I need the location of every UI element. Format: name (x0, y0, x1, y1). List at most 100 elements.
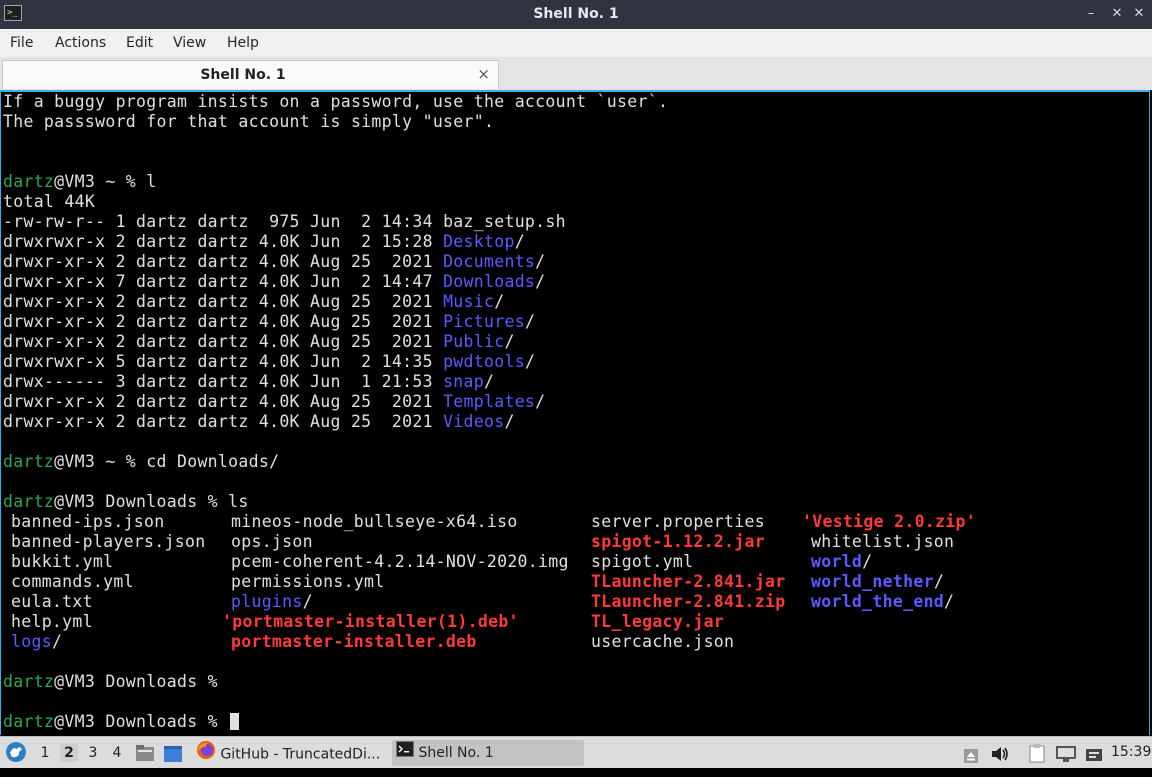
file-name: commands.yml (11, 572, 134, 591)
ls-entry: plugins/ (231, 592, 313, 612)
prompt-line: dartz@VM3 ~ % cd Downloads/ (3, 452, 279, 472)
ls-total: total 44K (3, 192, 96, 211)
workspace-2[interactable]: 2 (60, 744, 78, 762)
menu-actions[interactable]: Actions (55, 29, 106, 57)
file-name: pcem-coherent-4.2.14-NOV-2020.img (231, 552, 569, 571)
prompt-command: @VM3 Downloads % (54, 672, 218, 691)
window-titlebar[interactable]: >_ Shell No. 1 – ✕ ✕ (0, 0, 1152, 29)
ls-entry: spigot-1.12.2.jar (591, 532, 765, 552)
directory-name: Desktop (443, 232, 515, 251)
path-suffix: / (524, 352, 536, 371)
file-name: mineos-node_bullseye-x64.iso (231, 512, 518, 531)
close-icon[interactable]: ✕ (1130, 5, 1148, 23)
workspace-4[interactable]: 4 (108, 744, 126, 762)
path-suffix: / (524, 312, 536, 331)
ls-entry: pcem-coherent-4.2.14-NOV-2020.img (231, 552, 569, 572)
archive-name: 'portmaster-installer(1).deb' (222, 612, 519, 631)
ls-entry: whitelist.json (811, 532, 954, 552)
motd-line: If a buggy program insists on a password… (3, 92, 669, 111)
notification-icon[interactable] (1085, 745, 1103, 777)
workspace-1[interactable]: 1 (36, 744, 54, 762)
file-meta: drwx------ 3 dartz dartz 4.0K Jun 1 21:5… (3, 372, 444, 391)
prompt-command: @VM3 Downloads % (54, 712, 229, 731)
path-suffix: / (535, 252, 546, 271)
prompt-command: @VM3 ~ % l (54, 172, 157, 191)
archive-name: TLauncher-2.841.zip (591, 592, 786, 611)
directory-name: world_nether (811, 572, 934, 591)
prompt-user: dartz (3, 172, 55, 191)
network-icon[interactable] (1055, 744, 1077, 776)
file-name: spigot.yml (591, 552, 694, 571)
ls-entry: mineos-node_bullseye-x64.iso (231, 512, 518, 532)
file-manager-icon[interactable] (135, 743, 155, 775)
ls-long-row: drwxr-xr-x 2 dartz dartz 4.0K Aug 25 202… (3, 312, 535, 332)
ls-entry: portmaster-installer.deb (231, 632, 477, 652)
file-name: server.properties (591, 512, 765, 531)
prompt-line: dartz@VM3 Downloads % (3, 712, 240, 732)
archive-name: TL_legacy.jar (591, 612, 725, 631)
task-firefox[interactable]: GitHub - TruncatedDi... (192, 740, 384, 766)
menu-file[interactable]: File (10, 29, 33, 57)
ls-long-row: drwxr-xr-x 2 dartz dartz 4.0K Aug 25 202… (3, 412, 515, 432)
motd-line: The passsword for that account is simply… (3, 112, 495, 131)
ls-long-row: drwxrwxr-x 2 dartz dartz 4.0K Jun 2 15:2… (3, 232, 525, 252)
file-meta: drwxr-xr-x 2 dartz dartz 4.0K Aug 25 202… (3, 332, 444, 351)
tab-label: Shell No. 1 (200, 67, 286, 83)
prompt-user: dartz (3, 492, 55, 511)
ls-entry: world_the_end/ (811, 592, 954, 612)
prompt-line: dartz@VM3 Downloads % (3, 672, 218, 692)
prompt-user: dartz (3, 712, 55, 731)
terminal-output[interactable]: If a buggy program insists on a password… (0, 90, 1150, 735)
menu-edit[interactable]: Edit (126, 29, 153, 57)
path-suffix: / (302, 592, 313, 611)
menu-view[interactable]: View (173, 29, 206, 57)
file-name: ops.json (231, 532, 313, 551)
task-label: Shell No. 1 (418, 745, 494, 761)
file-meta: drwxr-xr-x 2 dartz dartz 4.0K Aug 25 202… (3, 252, 444, 271)
ls-entry: usercache.json (591, 632, 734, 652)
archive-name: 'Vestige 2.0.zip' (802, 512, 976, 531)
tab-shell-1[interactable]: Shell No. 1 × (2, 60, 499, 89)
path-suffix: / (504, 412, 515, 431)
path-suffix: / (933, 572, 945, 591)
menu-help[interactable]: Help (227, 29, 259, 57)
prompt-command: @VM3 Downloads % ls (54, 492, 249, 511)
file-name: baz_setup.sh (443, 212, 566, 231)
ls-long-row: -rw-rw-r-- 1 dartz dartz 975 Jun 2 14:34… (3, 212, 566, 232)
directory-name: logs (11, 632, 52, 651)
file-name: whitelist.json (811, 532, 955, 551)
file-meta: drwxr-xr-x 2 dartz dartz 4.0K Aug 25 202… (3, 392, 444, 411)
ls-entry: eula.txt (11, 592, 93, 612)
text-cursor (230, 713, 240, 730)
clipboard-icon[interactable] (1027, 743, 1047, 775)
file-meta: drwxr-xr-x 2 dartz dartz 4.0K Aug 25 202… (3, 292, 444, 311)
maximize-icon[interactable]: ✕ (1108, 5, 1126, 23)
ls-entry: commands.yml (11, 572, 134, 592)
ls-entry: TLauncher-2.841.jar (591, 572, 785, 592)
directory-name: Documents (443, 252, 536, 271)
file-meta: drwxr-xr-x 2 dartz dartz 4.0K Aug 25 202… (3, 312, 444, 331)
directory-name: Public (443, 332, 505, 351)
workspace-3[interactable]: 3 (84, 744, 102, 762)
show-desktop-icon[interactable] (163, 744, 183, 776)
prompt-user: dartz (3, 452, 55, 471)
menu-bar: File Actions Edit View Help (0, 29, 1152, 58)
tab-close-icon[interactable]: × (477, 61, 490, 87)
clock[interactable]: 15:39 (1111, 737, 1151, 769)
directory-name: Templates (443, 392, 536, 411)
file-name: banned-ips.json (11, 512, 165, 531)
minimize-icon[interactable]: – (1082, 5, 1100, 23)
ls-entry: permissions.yml (231, 572, 385, 592)
ls-entry: world/ (811, 552, 872, 572)
path-suffix: / (514, 232, 525, 251)
ls-entry: help.yml (11, 612, 93, 632)
eject-icon[interactable] (963, 745, 979, 777)
task-shell[interactable]: Shell No. 1 (392, 740, 584, 766)
volume-icon[interactable] (990, 744, 1010, 776)
start-menu-icon[interactable] (5, 741, 27, 773)
ls-entry: 'Vestige 2.0.zip' (802, 512, 976, 532)
path-suffix: / (51, 632, 63, 651)
prompt-line: dartz@VM3 Downloads % ls (3, 492, 249, 512)
ls-long-row: drwxr-xr-x 2 dartz dartz 4.0K Aug 25 202… (3, 392, 545, 412)
archive-name: portmaster-installer.deb (231, 632, 477, 651)
